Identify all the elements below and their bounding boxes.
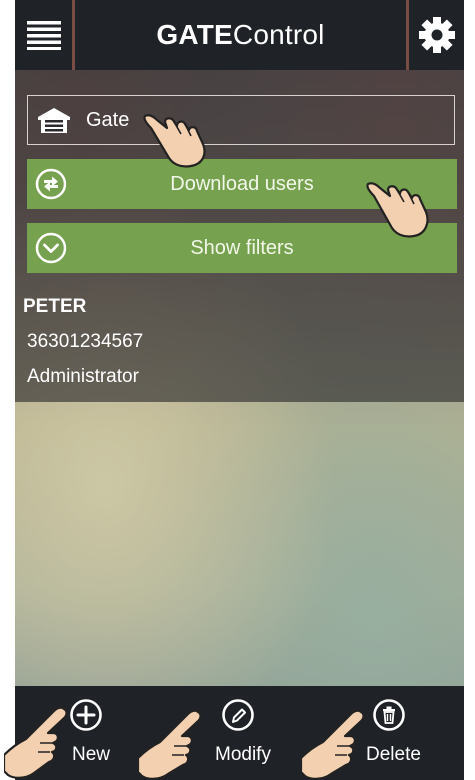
delete-label: Delete bbox=[366, 744, 421, 765]
user-name: PETER bbox=[23, 296, 87, 317]
app-title: GATE Control bbox=[75, 0, 406, 70]
gear-icon bbox=[418, 17, 455, 53]
modify-label: Modify bbox=[215, 744, 271, 765]
app-screen: GATE Control Gate Download users Show fi… bbox=[15, 0, 464, 780]
pointing-hand-icon bbox=[366, 182, 429, 238]
modify-button[interactable]: Modify bbox=[210, 686, 310, 780]
pointing-hand-icon bbox=[4, 706, 68, 779]
gate-selector-label: Gate bbox=[86, 108, 130, 131]
bottom-toolbar: New Modify Delete bbox=[15, 686, 464, 780]
sync-arrows-icon bbox=[35, 168, 67, 200]
app-title-regular: Control bbox=[232, 19, 325, 50]
settings-button[interactable] bbox=[406, 0, 464, 70]
new-label: New bbox=[72, 744, 111, 765]
user-phone: 36301234567 bbox=[27, 331, 144, 352]
garage-icon bbox=[36, 105, 74, 135]
menu-button[interactable] bbox=[15, 0, 75, 70]
pointing-hand-icon bbox=[143, 114, 206, 168]
chevron-down-circle-icon bbox=[35, 232, 67, 264]
app-title-bold: GATE bbox=[156, 19, 233, 50]
delete-button[interactable]: Delete bbox=[366, 686, 464, 780]
trash-icon bbox=[373, 699, 405, 731]
user-role: Administrator bbox=[27, 366, 139, 387]
pointing-hand-icon bbox=[138, 709, 202, 780]
pointing-hand-icon bbox=[301, 709, 365, 780]
gate-selector[interactable]: Gate bbox=[27, 95, 455, 145]
pencil-icon bbox=[222, 699, 254, 731]
plus-circle-icon bbox=[70, 699, 102, 731]
hamburger-menu-icon bbox=[26, 21, 61, 50]
top-bar: GATE Control bbox=[15, 0, 464, 70]
